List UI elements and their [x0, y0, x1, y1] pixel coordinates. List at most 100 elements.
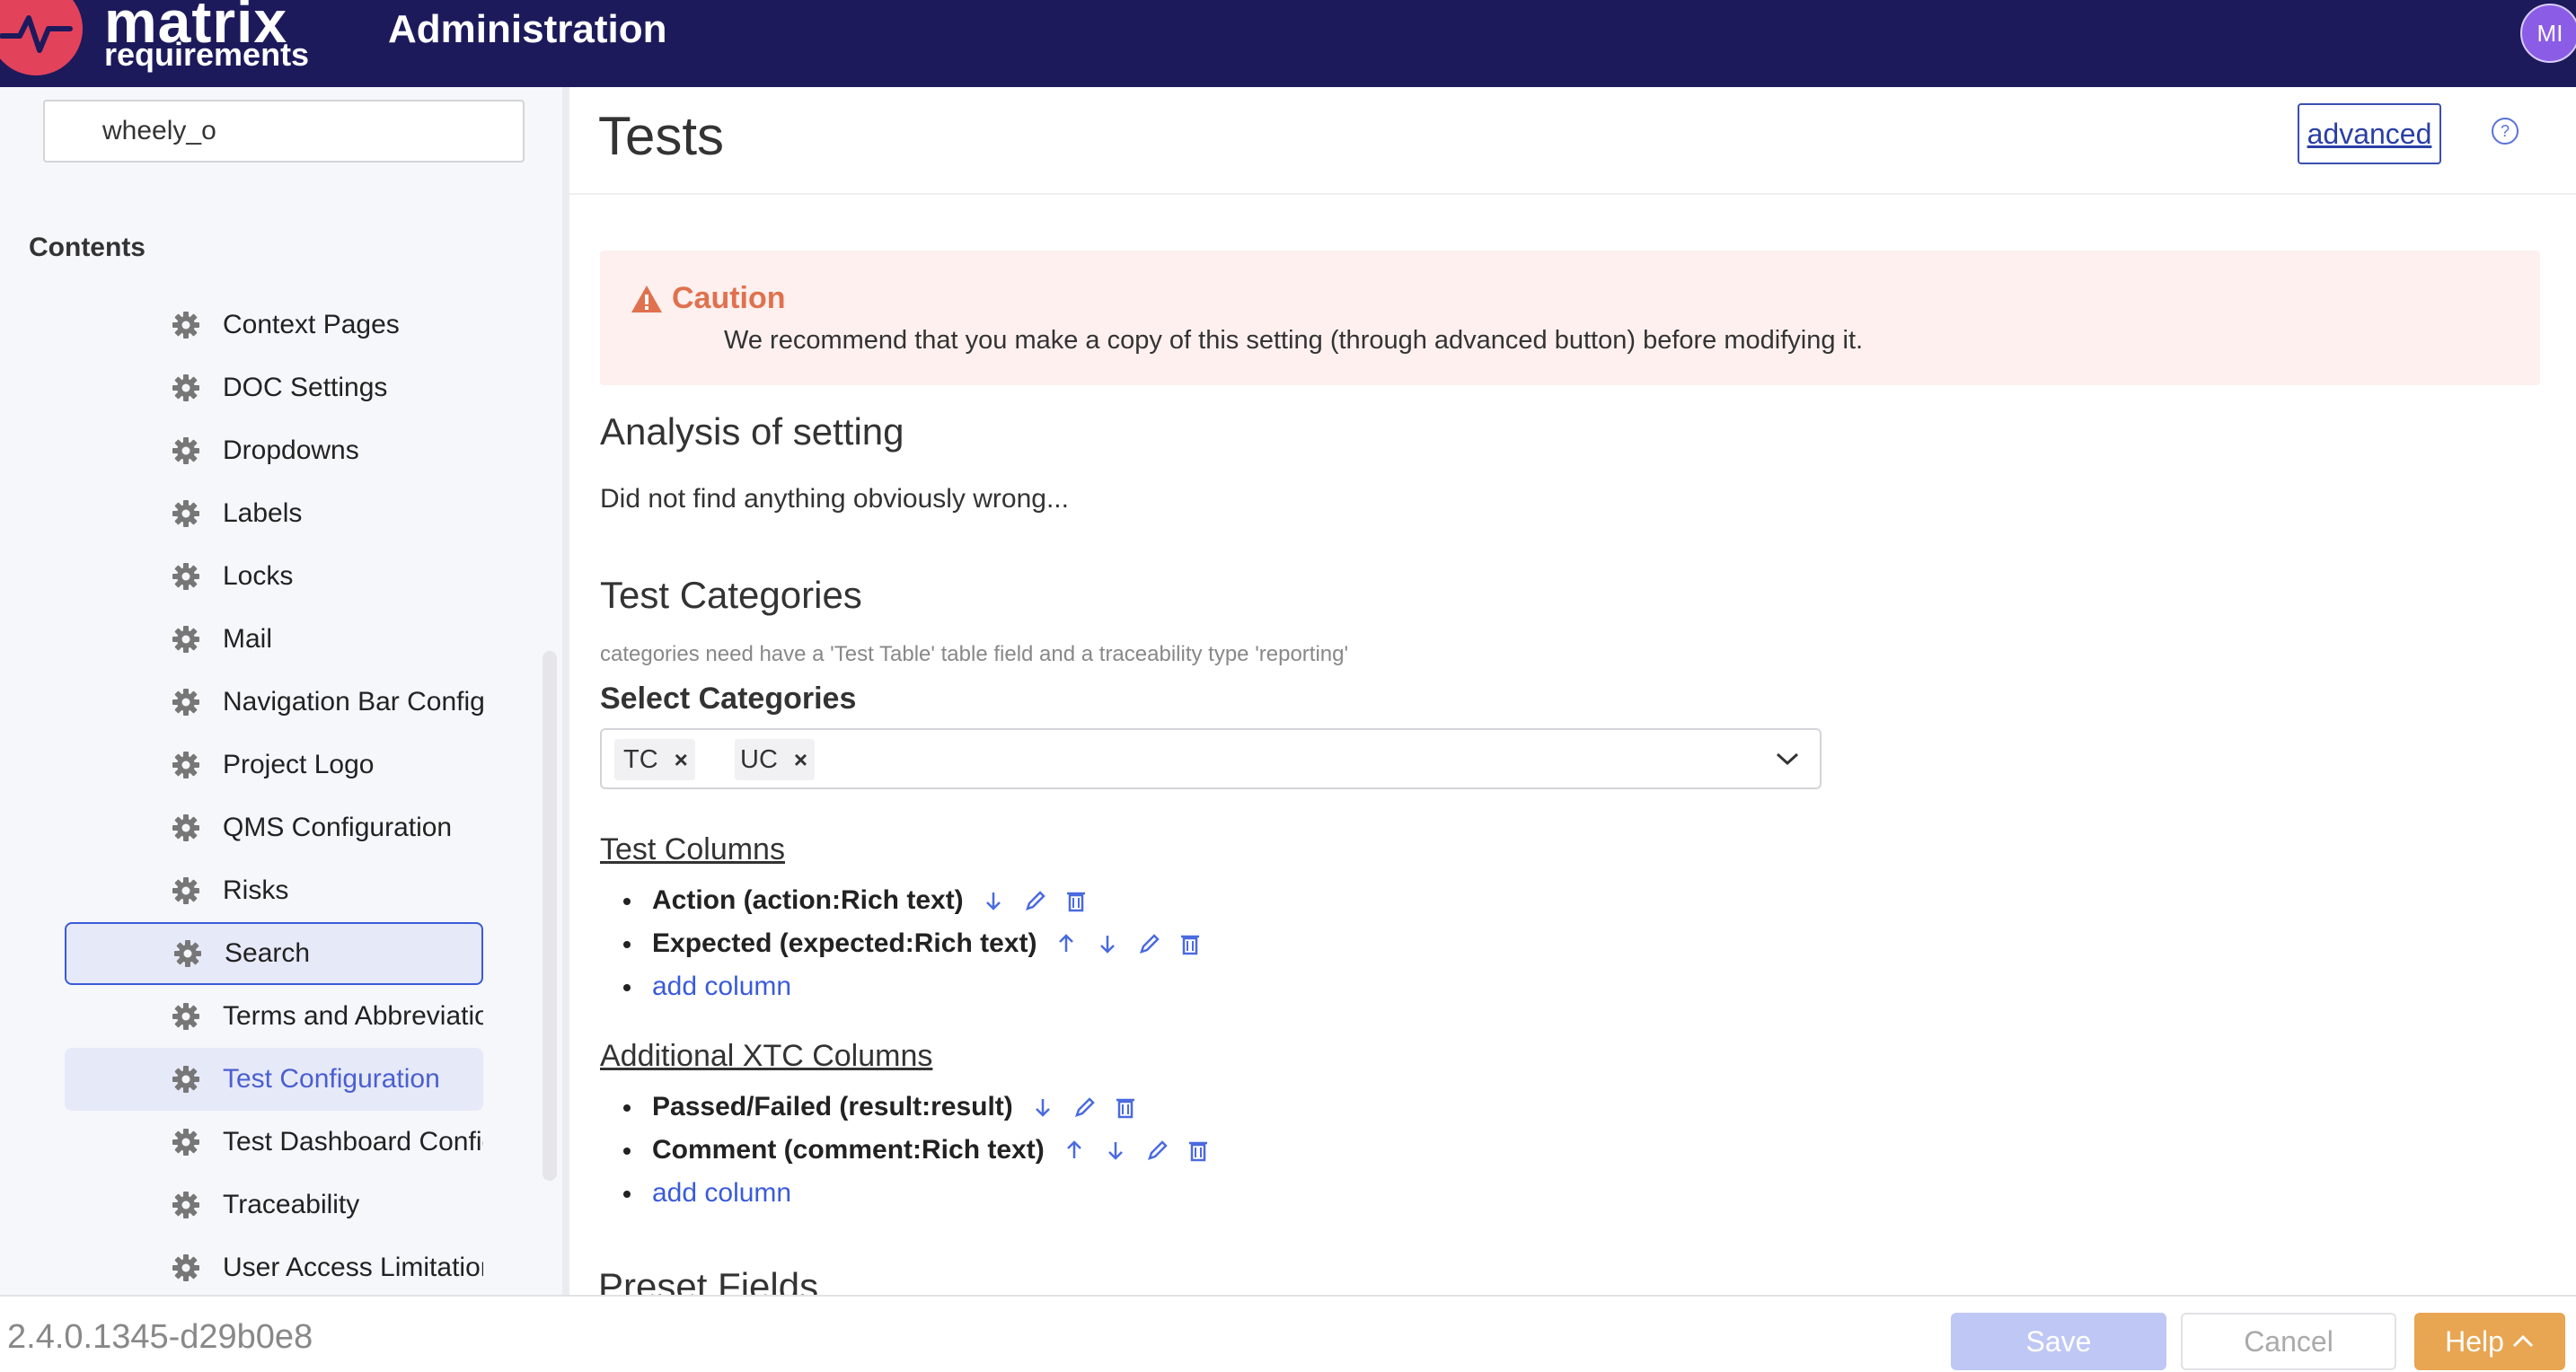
caution-alert: Caution We recommend that you make a cop… [600, 251, 2540, 385]
chevron-down-icon[interactable] [1775, 750, 1800, 768]
gear-icon [171, 1001, 201, 1032]
user-avatar[interactable]: MI [2520, 4, 2576, 63]
list-item: Action (action:Rich text) [623, 881, 1088, 920]
analysis-heading: Analysis of setting [600, 410, 904, 453]
advanced-button[interactable]: advanced [2298, 103, 2441, 164]
sidebar-item[interactable]: Navigation Bar Configurati [65, 671, 483, 734]
column-name: Comment (comment:Rich text) [652, 1135, 1045, 1165]
sidebar-item-label: Risks [223, 875, 289, 905]
footer-bar: 2.4.0.1345-d29b0e8 Save Cancel Help [0, 1295, 2576, 1372]
caution-text: We recommend that you make a copy of thi… [724, 326, 1864, 355]
sidebar-item-label: Dropdowns [223, 435, 359, 465]
cancel-button[interactable]: Cancel [2181, 1313, 2396, 1370]
gear-icon [171, 875, 201, 906]
sidebar-item-label: Test Configuration [223, 1064, 440, 1094]
pencil-icon[interactable] [1072, 1094, 1096, 1121]
question-circle-icon[interactable]: ? [2492, 118, 2519, 145]
chip-remove-icon[interactable]: × [675, 746, 688, 774]
sidebar-item[interactable]: Risks [65, 859, 483, 922]
sidebar-scrollbar[interactable] [543, 651, 557, 1181]
sidebar-item[interactable]: Traceability [65, 1174, 483, 1236]
version-label: 2.4.0.1345-d29b0e8 [7, 1318, 313, 1356]
sidebar: Contents Context Pages DOC Settings Dropdo… [0, 87, 562, 1295]
trash-icon[interactable] [1064, 887, 1088, 914]
gear-icon [171, 1064, 201, 1095]
arrow-down-icon[interactable] [1031, 1094, 1054, 1121]
test-categories-heading: Test Categories [600, 574, 862, 616]
gear-icon [171, 1253, 201, 1283]
app-title: Administration [388, 7, 667, 51]
sidebar-item[interactable]: Dropdowns [65, 419, 483, 482]
chip-label: UC [740, 744, 778, 774]
sidebar-item[interactable]: Search [65, 922, 483, 985]
sidebar-item[interactable]: Context Pages [65, 294, 483, 356]
categories-hint: categories need have a 'Test Table' tabl… [600, 642, 1349, 666]
sidebar-item[interactable]: Labels [65, 482, 483, 545]
contents-heading: Contents [29, 233, 146, 262]
sidebar-item[interactable]: Locks [65, 545, 483, 608]
top-bar: matrix requirements Administration MI [0, 0, 2576, 87]
sidebar-item-label: Locks [223, 561, 294, 591]
sidebar-item-label: Traceability [223, 1190, 360, 1219]
sidebar-item-label: Test Dashboard Configura [223, 1127, 483, 1157]
category-chip: TC × [614, 739, 695, 780]
sidebar-item[interactable]: QMS Configuration [65, 796, 483, 859]
panel-divider[interactable] [562, 87, 569, 1295]
preset-fields-clip: Preset Fields [598, 1265, 818, 1295]
sidebar-item-label: QMS Configuration [223, 813, 453, 842]
sidebar-item[interactable]: DOC Settings [65, 356, 483, 419]
column-name: Action (action:Rich text) [652, 885, 964, 915]
sidebar-item-label: Search [225, 938, 311, 968]
gear-icon [172, 938, 203, 969]
arrow-up-icon[interactable] [1063, 1137, 1086, 1164]
sidebar-search-input[interactable] [43, 100, 525, 163]
gear-icon [171, 813, 201, 843]
sidebar-nav: Context Pages DOC Settings Dropdowns Labels… [65, 294, 483, 1299]
categories-select[interactable]: TC × UC × [600, 728, 1822, 789]
sidebar-item-label: Terms and Abbreviations [223, 1001, 483, 1031]
sidebar-item-label: Context Pages [223, 310, 400, 339]
sidebar-item[interactable]: Mail [65, 608, 483, 671]
arrow-up-icon[interactable] [1054, 930, 1078, 957]
sidebar-item[interactable]: User Access Limitations [65, 1236, 483, 1299]
arrow-down-icon[interactable] [1104, 1137, 1127, 1164]
sidebar-item-label: Project Logo [223, 750, 375, 779]
chip-remove-icon[interactable]: × [794, 746, 807, 774]
preset-fields-heading: Preset Fields [598, 1265, 819, 1295]
gear-icon [171, 373, 201, 403]
gear-icon [171, 750, 201, 780]
list-item: add column [623, 1174, 791, 1213]
save-button[interactable]: Save [1951, 1313, 2166, 1370]
help-button[interactable]: Help [2414, 1313, 2565, 1370]
pencil-icon[interactable] [1023, 887, 1046, 914]
add-column-link[interactable]: add column [652, 1178, 791, 1209]
pencil-icon[interactable] [1137, 930, 1160, 957]
list-item: Passed/Failed (result:result) [623, 1087, 1137, 1127]
list-item: add column [623, 967, 791, 1007]
main-panel: Tests advanced ? Caution We recommend th… [569, 87, 2576, 1295]
gear-icon [171, 561, 201, 592]
category-chip: UC × [735, 739, 816, 780]
trash-icon[interactable] [1114, 1094, 1137, 1121]
trash-icon[interactable] [1178, 930, 1202, 957]
chevron-up-icon [2512, 1334, 2533, 1348]
column-name: Expected (expected:Rich text) [652, 928, 1037, 958]
list-item: Expected (expected:Rich text) [623, 924, 1202, 963]
list-item: Comment (comment:Rich text) [623, 1130, 1210, 1170]
add-column-link[interactable]: add column [652, 972, 791, 1002]
gear-icon [171, 624, 201, 655]
arrow-down-icon[interactable] [982, 887, 1005, 914]
sidebar-item[interactable]: Test Dashboard Configura [65, 1111, 483, 1174]
sidebar-item[interactable]: Test Configuration [65, 1048, 483, 1111]
sidebar-item-label: DOC Settings [223, 373, 388, 402]
arrow-down-icon[interactable] [1096, 930, 1119, 957]
caution-title: Caution [672, 281, 786, 315]
trash-icon[interactable] [1187, 1137, 1210, 1164]
sidebar-item[interactable]: Terms and Abbreviations [65, 985, 483, 1048]
warning-icon [631, 286, 662, 312]
xtc-columns-heading: Additional XTC Columns [600, 1039, 933, 1073]
pencil-icon[interactable] [1145, 1137, 1169, 1164]
gear-icon [171, 1127, 201, 1157]
test-columns-heading: Test Columns [600, 832, 785, 866]
sidebar-item[interactable]: Project Logo [65, 734, 483, 796]
